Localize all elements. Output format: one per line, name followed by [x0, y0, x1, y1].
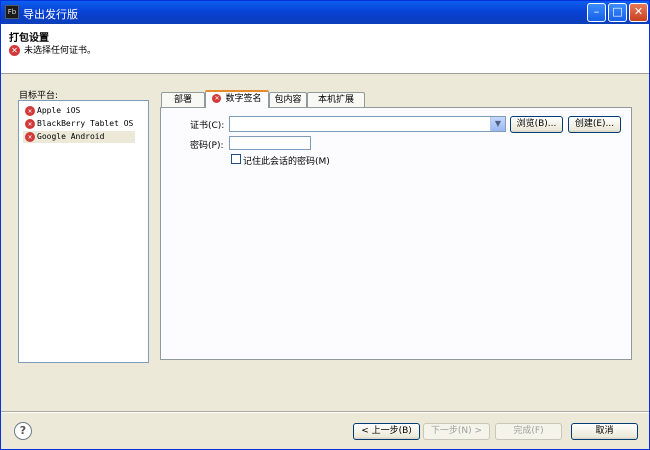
title-bar[interactable]: Fb 导出发行版 – □ ✕: [1, 1, 649, 24]
platform-item-google-android[interactable]: ✕ Google Android: [23, 131, 135, 143]
remember-password-label: 记住此会话的密码(M): [243, 157, 330, 167]
flash-builder-app-icon: Fb: [5, 5, 19, 19]
tab-package-contents[interactable]: 包内容: [269, 92, 307, 107]
page-title: 打包设置: [9, 33, 49, 44]
platform-item-blackberry[interactable]: ✕ BlackBerry Tablet OS: [23, 118, 133, 130]
window-title: 导出发行版: [23, 8, 78, 21]
close-button[interactable]: ✕: [629, 3, 648, 22]
tab-label: 数字签名: [225, 94, 262, 104]
tab-digital-signature[interactable]: ✕ 数字签名: [205, 90, 269, 108]
tab-native-extensions[interactable]: 本机扩展: [307, 92, 365, 107]
footer-separator: [1, 411, 649, 413]
create-button[interactable]: 创建(E)...: [568, 116, 621, 133]
certificate-label: 证书(C):: [190, 121, 225, 131]
error-icon: ✕: [212, 94, 222, 103]
finish-button[interactable]: 完成(F): [495, 423, 562, 440]
cancel-button[interactable]: 取消: [571, 423, 638, 440]
password-label: 密码(P):: [190, 141, 224, 151]
export-release-dialog: Fb 导出发行版 – □ ✕ 打包设置 ✕ 未选择任何证书。 目标平台: ✕ Ap…: [0, 0, 650, 450]
platform-label: Google Android: [37, 132, 105, 141]
next-button[interactable]: 下一步(N) >: [423, 423, 490, 440]
certificate-combo[interactable]: ▼: [229, 116, 506, 132]
back-button[interactable]: < 上一步(B): [353, 423, 420, 440]
error-icon: ✕: [25, 132, 35, 142]
password-field[interactable]: [229, 136, 311, 150]
maximize-button[interactable]: □: [608, 3, 627, 22]
error-icon: ✕: [25, 119, 35, 129]
error-icon: ✕: [25, 106, 35, 116]
tab-deployment[interactable]: 部署: [161, 92, 205, 107]
target-platform-list[interactable]: ✕ Apple iOS ✕ BlackBerry Tablet OS ✕ Goo…: [18, 100, 149, 363]
platform-label: Apple iOS: [37, 106, 81, 115]
platform-item-apple-ios[interactable]: ✕ Apple iOS: [23, 105, 80, 117]
browse-button[interactable]: 浏览(B)...: [510, 116, 563, 133]
remember-password-checkbox[interactable]: [231, 154, 241, 164]
header-error-message: ✕ 未选择任何证书。: [9, 43, 96, 56]
error-message-text: 未选择任何证书。: [24, 46, 97, 56]
minimize-button[interactable]: –: [587, 3, 606, 22]
dialog-header: 打包设置 ✕ 未选择任何证书。: [1, 24, 649, 74]
chevron-down-icon[interactable]: ▼: [490, 117, 505, 131]
platform-label: BlackBerry Tablet OS: [37, 119, 134, 128]
error-icon: ✕: [9, 45, 20, 56]
help-icon[interactable]: ?: [14, 422, 32, 440]
